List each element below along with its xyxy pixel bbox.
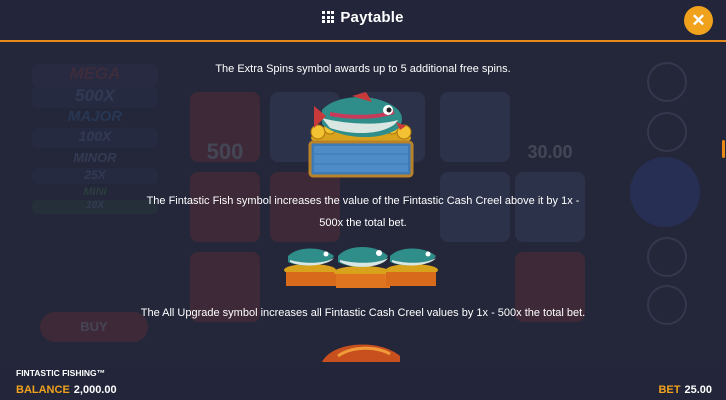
all-upgrade-symbol-icon	[322, 344, 400, 362]
jackpot-mega-value: 500X	[32, 86, 158, 108]
balance-display: BALANCE 2,000.00	[16, 384, 117, 396]
page-title: Paytable	[340, 9, 404, 26]
balance-label: BALANCE	[16, 384, 70, 396]
title-group: Paytable	[0, 9, 726, 26]
fintastic-fish-description: The Fintastic Fish symbol increases the …	[146, 195, 580, 229]
close-button[interactable]: ✕	[684, 6, 713, 35]
jackpot-minor-label: MINOR	[73, 150, 117, 165]
autoplay-icon	[647, 62, 687, 102]
jackpot-major-value: 100X	[32, 128, 158, 148]
scrollbar-thumb[interactable]	[722, 140, 725, 158]
bet-display: BET 25.00	[658, 384, 712, 396]
bet-value: 25.00	[684, 384, 712, 396]
jackpot-minor-value: 25X	[32, 168, 158, 184]
bet-label: BET	[658, 384, 681, 396]
jackpot-major-label: MAJOR	[67, 108, 123, 125]
buy-label: BUY	[80, 319, 108, 334]
turbo-icon	[647, 112, 687, 152]
balance-value: 2,000.00	[73, 384, 117, 396]
close-icon: ✕	[691, 11, 706, 30]
status-bar: FINTASTIC FISHING™ BALANCE 2,000.00 BET 25…	[0, 362, 726, 400]
fintastic-fish-symbol-icon	[284, 247, 438, 288]
buy-feature-button-bg: BUY	[40, 312, 148, 342]
extra-spins-symbol-icon	[308, 92, 414, 178]
all-upgrade-description: The All Upgrade symbol increases all Fin…	[140, 307, 586, 319]
menu-icon	[647, 285, 687, 325]
game-name: FINTASTIC FISHING™	[16, 368, 106, 378]
reel-cell	[440, 92, 510, 162]
spin-button-bg	[630, 157, 700, 227]
paytable-header: Paytable ✕	[0, 0, 726, 42]
extra-spins-description: The Extra Spins symbol awards up to 5 ad…	[215, 63, 511, 75]
grid-icon	[322, 11, 335, 24]
bet-icon	[647, 237, 687, 277]
